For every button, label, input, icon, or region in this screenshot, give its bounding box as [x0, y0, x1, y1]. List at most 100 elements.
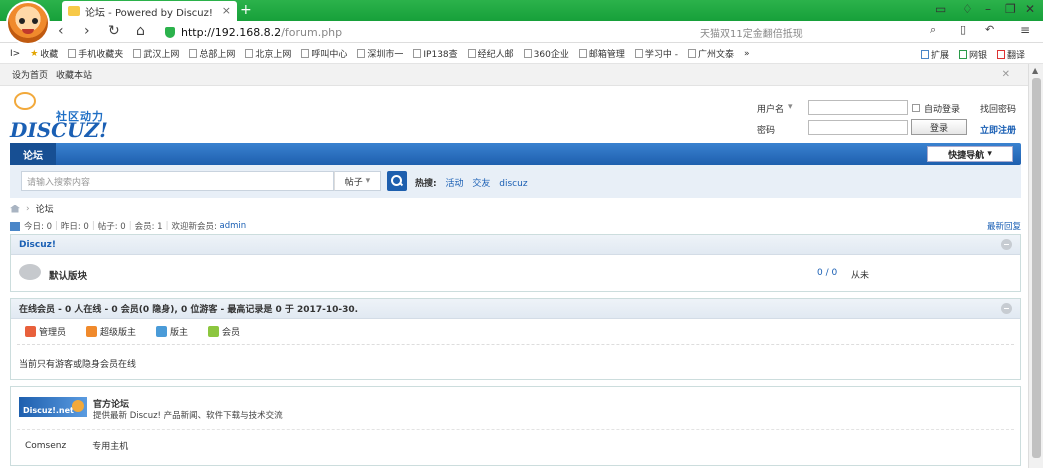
- stat-members: 会员: 1: [134, 222, 163, 232]
- bookmark-item[interactable]: 深圳市一: [357, 47, 403, 60]
- auto-login-checkbox[interactable]: [912, 104, 920, 112]
- menu-icon[interactable]: ≡: [1020, 23, 1030, 37]
- hot-word[interactable]: discuz: [499, 179, 527, 189]
- bookmarks-toggle-icon[interactable]: I>: [10, 49, 20, 59]
- skin-icon[interactable]: ▭: [935, 2, 946, 16]
- bookmark-item[interactable]: 总部上网: [189, 47, 235, 60]
- search-button[interactable]: [387, 171, 407, 191]
- bookmark-label: 手机收藏夹: [78, 50, 124, 60]
- category-title[interactable]: Discuz!: [19, 240, 56, 250]
- online-header: 在线会员 - 0 人在线 - 0 会员(0 隐身), 0 位游客 - 最高记录是…: [11, 299, 1020, 319]
- forum-name-link[interactable]: 默认版块: [49, 268, 87, 282]
- close-window-icon[interactable]: ✕: [1025, 2, 1035, 16]
- close-icon[interactable]: ×: [222, 4, 231, 17]
- admin-user-icon: [25, 326, 36, 337]
- reload-icon[interactable]: ↻: [108, 23, 120, 39]
- page-icon: [245, 49, 254, 58]
- hot-search-label: 热搜:: [415, 179, 437, 189]
- register-link[interactable]: 立即注册: [980, 123, 1016, 136]
- bookmark-item[interactable]: 广州文泰: [687, 47, 734, 60]
- shirt-icon[interactable]: ♢: [962, 2, 973, 16]
- bookmark-item[interactable]: 360企业: [523, 47, 569, 60]
- legend-item: 会员: [208, 325, 240, 338]
- hot-word[interactable]: 活动: [445, 179, 463, 189]
- collapse-topbar-icon[interactable]: ✕: [1002, 69, 1010, 80]
- links-box: Discuz!.net 官方论坛 提供最新 Discuz! 产品新闻、软件下载与…: [10, 386, 1021, 466]
- site-topbar: 设为首页 收藏本站 ✕: [0, 64, 1028, 86]
- legend-label: 超级版主: [100, 328, 137, 338]
- ebank-button[interactable]: 网银: [958, 48, 987, 61]
- home-icon[interactable]: ⌂: [136, 23, 145, 39]
- bookmark-favorites[interactable]: ★ 收藏: [30, 47, 58, 61]
- nav-tab-forum[interactable]: 论坛: [10, 143, 56, 165]
- bookmark-label: IP138查: [423, 50, 458, 60]
- bookmark-label: 深圳市一: [367, 50, 404, 60]
- restore-icon[interactable]: ❐: [1005, 2, 1016, 16]
- set-home-link[interactable]: 设为首页: [12, 68, 48, 81]
- bookmark-item[interactable]: IP138查: [413, 47, 458, 60]
- extensions-button[interactable]: 扩展: [920, 48, 949, 61]
- bookmark-item[interactable]: 武汉上网: [133, 47, 179, 60]
- address-bar[interactable]: http://192.168.8.2 /forum.php: [165, 23, 695, 41]
- username-input[interactable]: [808, 100, 908, 115]
- page-scrollbar[interactable]: ▲: [1028, 64, 1043, 468]
- undo-icon[interactable]: ↶: [985, 23, 994, 36]
- find-password-link[interactable]: 找回密码: [980, 102, 1016, 115]
- logo-wordmark: DISCUZ!: [10, 118, 108, 142]
- discuz-banner-image[interactable]: Discuz!.net: [19, 397, 87, 417]
- bookmark-site-link[interactable]: 收藏本站: [56, 68, 92, 81]
- forum-counts: 0 / 0: [817, 268, 838, 278]
- chevron-down-icon[interactable]: ▾: [788, 102, 793, 112]
- bookmark-label: 武汉上网: [143, 50, 180, 60]
- caret-down-icon: ▾: [987, 149, 992, 159]
- latest-reply-link[interactable]: 最新回复: [987, 220, 1021, 232]
- search-type-select[interactable]: 帖子 ▾: [334, 171, 381, 191]
- ext-label: 网银: [968, 50, 987, 61]
- translate-button[interactable]: 翻译: [996, 48, 1025, 61]
- bookmark-item[interactable]: 呼叫中心: [301, 47, 347, 60]
- text-link[interactable]: 专用主机: [92, 439, 128, 452]
- search-input[interactable]: 请输入搜索内容: [21, 171, 334, 191]
- star-icon: ★: [30, 48, 39, 59]
- collapse-icon[interactable]: [1001, 239, 1012, 250]
- site-logo[interactable]: 社区动力 DISCUZ!: [10, 92, 120, 142]
- home-icon[interactable]: [10, 204, 20, 213]
- page-icon: [413, 49, 422, 58]
- newest-member-link[interactable]: admin: [220, 221, 247, 231]
- username-label[interactable]: 用户名: [757, 102, 784, 115]
- password-input[interactable]: [808, 120, 908, 135]
- forward-icon[interactable]: ›: [84, 23, 90, 39]
- login-button[interactable]: 登录: [911, 119, 967, 135]
- bookmark-item[interactable]: 手机收藏夹: [68, 47, 123, 60]
- stat-today: 今日: 0: [24, 222, 52, 232]
- browser-search-input[interactable]: 天猫双11定金翻倍抵现: [700, 23, 910, 41]
- breadcrumb-current[interactable]: 论坛: [36, 202, 54, 215]
- new-tab-icon[interactable]: +: [240, 2, 252, 18]
- bookmarks-more[interactable]: »: [744, 49, 750, 59]
- user-avatar[interactable]: [6, 1, 50, 45]
- bookmark-item[interactable]: 邮箱管理: [578, 47, 625, 60]
- bookmark-item[interactable]: 学习中 -: [634, 47, 678, 60]
- minimize-icon[interactable]: –: [985, 2, 991, 16]
- bookmark-item[interactable]: 经纪人邮: [467, 47, 514, 60]
- hot-word[interactable]: 交友: [472, 179, 490, 189]
- bookmark-label: 北京上网: [255, 50, 292, 60]
- legend-item: 版主: [156, 325, 188, 338]
- scroll-up-icon[interactable]: ▲: [1032, 66, 1038, 75]
- page-icon: [687, 49, 696, 58]
- sidebar-icon[interactable]: ▯: [960, 23, 966, 36]
- quick-nav-button[interactable]: 快捷导航 ▾: [927, 146, 1013, 162]
- bookmark-item[interactable]: 北京上网: [245, 47, 291, 60]
- collapse-icon[interactable]: [1001, 303, 1012, 314]
- search-placeholder: 请输入搜索内容: [27, 177, 91, 188]
- text-link[interactable]: Comsenz: [25, 441, 66, 451]
- back-icon[interactable]: ‹: [58, 23, 64, 39]
- browser-tab-bar: 论坛 - Powered by Discuz! × + ▭ ♢ – ❐ ✕: [0, 0, 1043, 21]
- search-icon[interactable]: ⌕: [930, 23, 936, 37]
- bookmark-label: 经纪人邮: [477, 50, 514, 60]
- scrollbar-thumb[interactable]: [1032, 78, 1041, 458]
- browser-tab[interactable]: 论坛 - Powered by Discuz! ×: [62, 1, 237, 21]
- page-viewport: 设为首页 收藏本站 ✕ 社区动力 DISCUZ! 用户名 ▾ 自动登录 找回密码…: [0, 64, 1028, 468]
- mod-user-icon: [156, 326, 168, 337]
- super-mod-user-icon: [86, 326, 98, 337]
